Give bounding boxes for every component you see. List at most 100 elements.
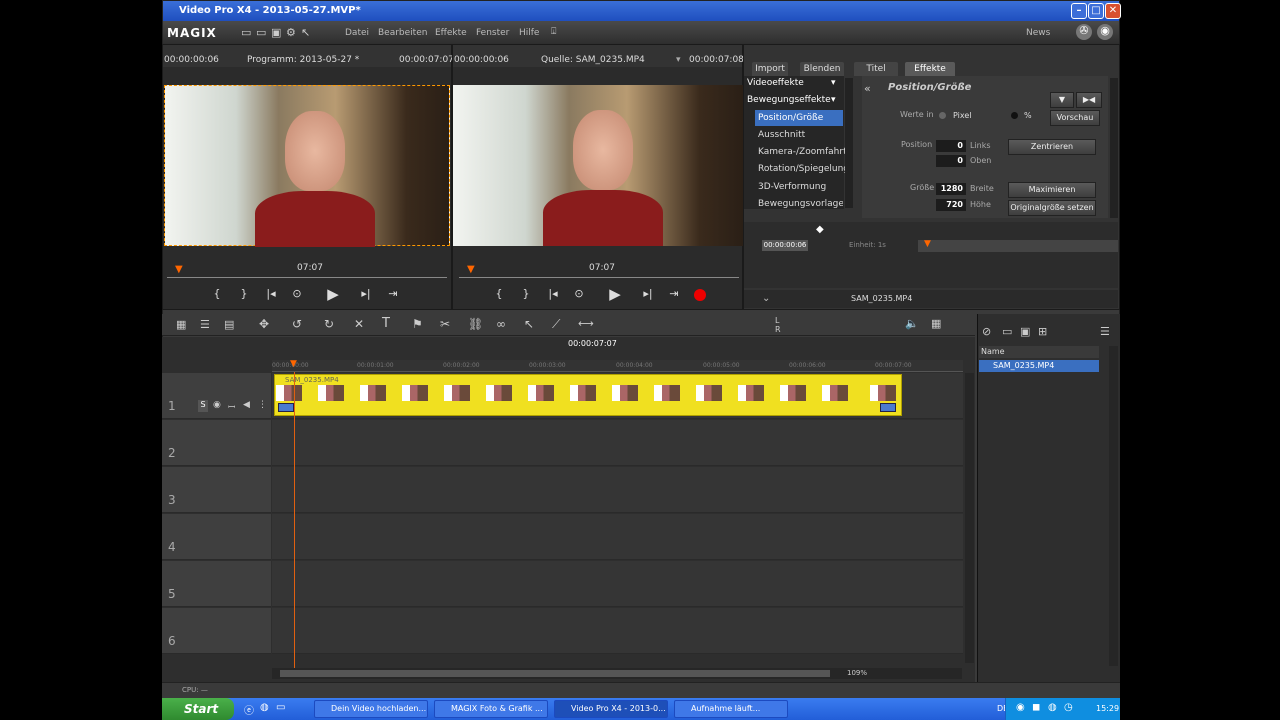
list-view-icon[interactable]: ☰ [200,318,210,331]
program-video-frame[interactable] [164,85,450,247]
volume-icon[interactable]: 🔈 [905,317,919,330]
settings-icon[interactable]: ⚙ [286,26,296,39]
maximieren-button[interactable]: Maximieren [1008,182,1096,198]
program-prev-button[interactable]: |◂ [261,287,281,300]
maximize-button[interactable]: □ [1088,3,1104,19]
source-prev-button[interactable]: |◂ [543,287,563,300]
redo-icon[interactable]: ↻ [324,317,334,331]
effect-rotation-spiegelung[interactable]: Rotation/Spiegelung [755,161,849,177]
program-mark-in-button[interactable]: { [207,287,227,300]
percent-radio[interactable] [1011,112,1018,119]
list-options-icon[interactable]: ☰ [1100,325,1110,338]
media-file-item[interactable]: SAM_0235.MP4 [979,360,1099,372]
tab-blenden[interactable]: Blenden [800,62,844,76]
task-video-pro[interactable]: Video Pro X4 - 2013-0... [554,700,668,718]
mute-icon[interactable]: ◀ [243,400,250,410]
source-dropdown-icon[interactable]: ▾ [676,55,681,65]
vorschau-button[interactable]: Vorschau [1050,110,1100,126]
source-video-frame[interactable] [453,85,743,246]
height-field[interactable]: 720 [936,199,966,211]
track-options-icon[interactable]: ⋮ [258,400,267,410]
source-play-button[interactable]: ▶ [605,285,625,303]
width-field[interactable]: 1280 [936,183,966,195]
bookmark-icon[interactable]: ⍗ [551,27,556,37]
position-x-field[interactable]: 0 [936,140,966,152]
collapse-icon[interactable]: ⌄ [762,293,770,304]
pixel-radio[interactable] [939,112,946,119]
program-play-button[interactable]: ▶ [323,285,343,303]
dropdown-button[interactable]: ▼ [1050,92,1074,108]
menu-effekte[interactable]: Effekte [435,28,467,38]
keyframe-diamond-icon[interactable]: ◆ [816,224,824,235]
tab-titel[interactable]: Titel [854,62,898,76]
back-icon[interactable]: « [864,82,871,95]
keyframe-ruler[interactable]: ▼ [918,239,1118,252]
timeline-vertical-scrollbar[interactable] [965,373,974,663]
chevron-down-icon[interactable]: ▾ [831,78,836,88]
tray-icon[interactable]: ◍ [1048,702,1057,713]
record-button[interactable] [694,289,706,301]
task-dein-video[interactable]: Dein Video hochladen... [314,700,428,718]
ie-icon[interactable]: ⓔ [244,702,254,717]
timeline-scroll-thumb[interactable] [280,670,830,677]
program-playhead[interactable]: ▼ [175,264,183,275]
link-icon[interactable]: ⛓ [468,317,483,331]
record-icon[interactable]: ◉ [1097,24,1113,40]
menu-hilfe[interactable]: Hilfe [519,28,539,38]
range-icon[interactable]: ⟷ [578,317,594,330]
close-button[interactable]: ✕ [1105,3,1121,19]
menu-bearbeiten[interactable]: Bearbeiten [378,28,427,38]
effect-ausschnitt[interactable]: Ausschnitt [755,127,843,143]
program-loop-button[interactable]: ⊙ [287,287,307,300]
folder-open-icon[interactable]: ▭ [256,26,266,39]
media-pool-scrollbar[interactable] [1109,346,1118,666]
settings-scrollbar[interactable] [1110,78,1118,218]
source-loop-button[interactable]: ⊙ [569,287,589,300]
help-cursor-icon[interactable]: ↖ [301,26,310,39]
menu-fenster[interactable]: Fenster [476,28,509,38]
keyframe-time-field[interactable]: 00:00:00:06 [762,240,808,251]
start-button[interactable]: Start [162,698,234,720]
text-icon[interactable]: T [382,316,390,331]
source-mark-out-button[interactable]: } [516,287,536,300]
clip-fade-in-handle[interactable] [278,403,294,412]
program-end-button[interactable]: ⇥ [383,287,403,300]
storyboard-icon[interactable]: ▤ [224,318,234,331]
explorer-icon[interactable]: ▭ [276,702,285,713]
save-icon[interactable]: ▣ [271,26,281,39]
chevron-down-icon[interactable]: ▾ [831,95,836,105]
effects-list-scrollbar[interactable] [845,78,853,208]
grid-view-icon[interactable]: ▦ [176,318,186,331]
delete-icon[interactable]: ✕ [354,317,364,331]
program-next-button[interactable]: ▸| [356,287,376,300]
tray-icon[interactable]: ◼ [1032,702,1040,713]
category-bewegungseffekte[interactable]: Bewegungseffekte [747,95,831,105]
new-folder-icon[interactable]: ⊞ [1038,325,1047,338]
tray-icon[interactable]: ◉ [1016,702,1025,713]
source-ruler[interactable]: ▼ 07:07 [459,263,739,278]
undo-icon[interactable]: ↺ [292,317,302,331]
timeline-horizontal-scrollbar[interactable]: 109% [272,668,962,679]
menu-datei[interactable]: Datei [345,28,369,38]
source-next-button[interactable]: ▸| [638,287,658,300]
skip-button[interactable]: ▶◀ [1076,92,1102,108]
effect-position-groesse[interactable]: Position/Größe [755,110,843,126]
source-end-button[interactable]: ⇥ [664,287,684,300]
timeline-playhead-marker[interactable]: ▼ [290,359,297,369]
minimize-button[interactable]: – [1071,3,1087,19]
cut-icon[interactable]: ✂ [440,317,450,331]
unlink-icon[interactable]: ∞ [496,317,506,331]
position-y-field[interactable]: 0 [936,155,966,167]
tab-import[interactable]: Import [752,62,788,76]
tray-icon[interactable]: ◷ [1064,702,1073,713]
name-column-header[interactable]: Name [979,346,1099,358]
film-reel-icon[interactable]: ✇ [1076,24,1092,40]
chrome-icon[interactable]: ◍ [260,702,269,713]
effect-kamera-zoomfahrt[interactable]: Kamera-/Zoomfahrt [755,144,847,160]
news-link[interactable]: News [1026,28,1050,38]
pointer-icon[interactable]: ↖ [524,317,534,331]
originalgroesse-button[interactable]: Originalgröße setzen [1008,200,1096,216]
tab-effekte[interactable]: Effekte [905,62,955,76]
marker-icon[interactable]: ⚑ [412,317,423,331]
save-icon[interactable]: ▣ [1020,325,1030,338]
